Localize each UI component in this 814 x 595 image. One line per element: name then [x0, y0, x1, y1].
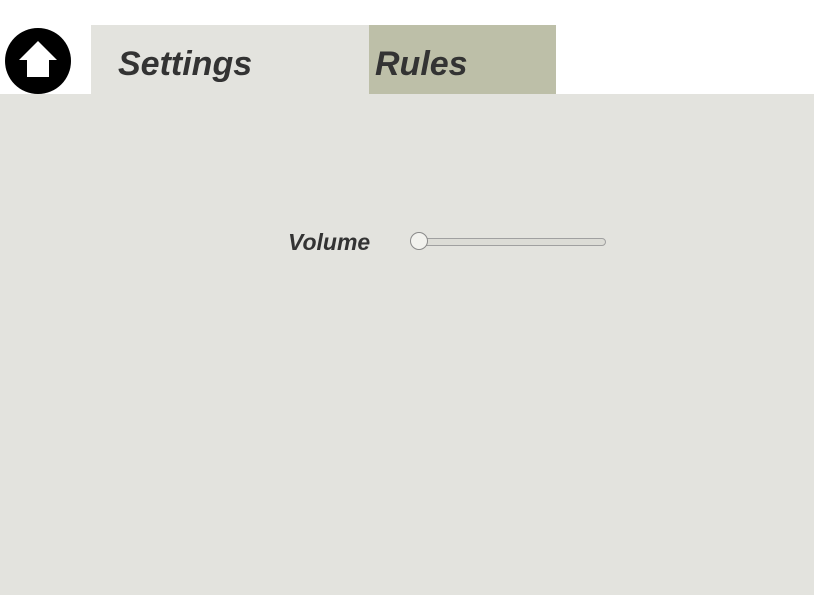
tab-settings[interactable]: Settings	[91, 25, 369, 94]
volume-label: Volume	[288, 229, 371, 255]
volume-slider-thumb[interactable]	[410, 232, 428, 250]
volume-slider-track[interactable]	[419, 238, 606, 246]
home-icon	[19, 41, 57, 77]
tab-rules[interactable]: Rules	[369, 25, 556, 94]
volume-slider[interactable]	[409, 232, 606, 252]
tab-rules-label: Rules	[375, 45, 468, 83]
tab-settings-label: Settings	[118, 45, 253, 83]
settings-panel: Volume	[0, 94, 814, 595]
home-button[interactable]	[5, 28, 71, 94]
